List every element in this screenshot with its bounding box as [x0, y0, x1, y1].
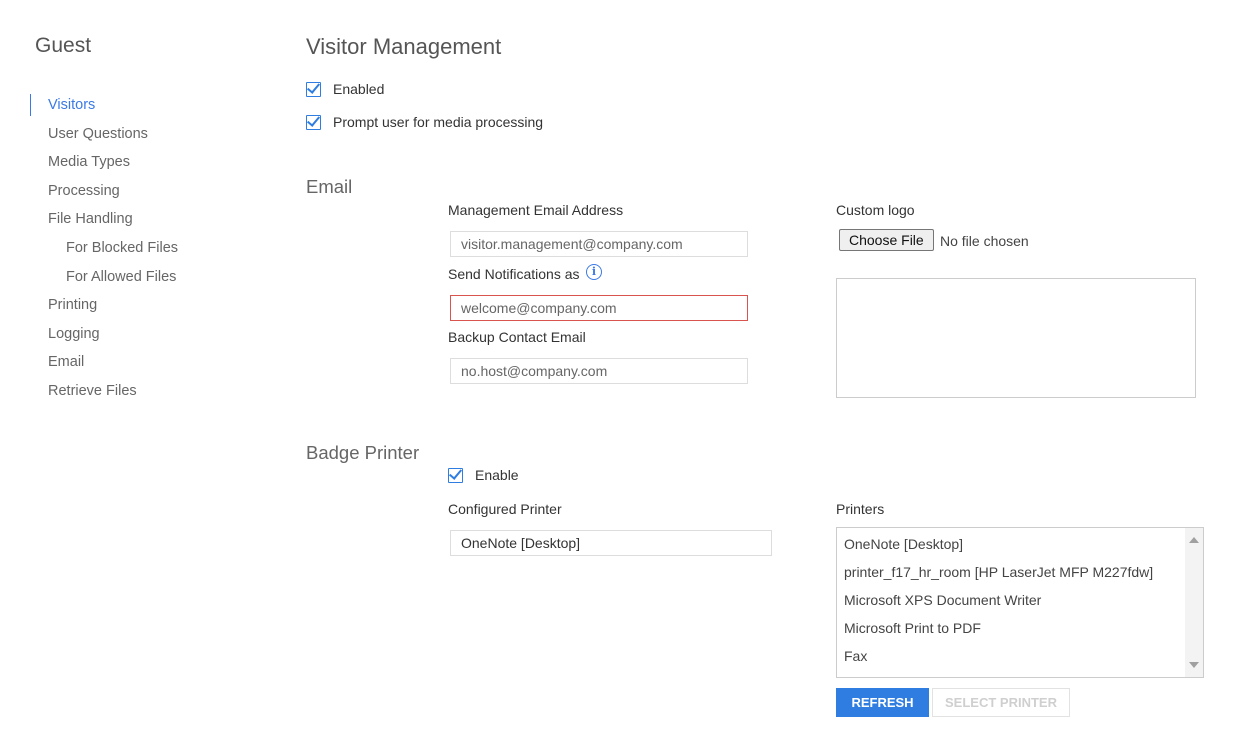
send-notifications-label: Send Notifications as [448, 266, 580, 282]
backup-email-label: Backup Contact Email [448, 329, 586, 345]
printer-option[interactable]: printer_f17_hr_room [HP LaserJet MFP M22… [837, 558, 1203, 586]
prompt-media-checkbox-row[interactable]: Prompt user for media processing [306, 114, 543, 130]
sidebar-item-printing[interactable]: Printing [30, 292, 270, 321]
page-title: Visitor Management [306, 34, 502, 59]
sidebar-item-user-questions[interactable]: User Questions [30, 121, 270, 150]
sidebar-item-for-blocked-files[interactable]: For Blocked Files [30, 235, 270, 264]
sidebar-item-processing[interactable]: Processing [30, 178, 270, 207]
enabled-checkbox[interactable] [306, 81, 321, 97]
prompt-media-checkbox[interactable] [306, 114, 321, 130]
sidebar-item-visitors[interactable]: Visitors [30, 92, 270, 121]
printers-label: Printers [836, 501, 885, 517]
printer-option[interactable]: Microsoft XPS Document Writer [837, 586, 1203, 614]
sidebar-item-logging[interactable]: Logging [30, 321, 270, 350]
send-notifications-input[interactable] [450, 295, 748, 321]
badge-enable-checkbox[interactable] [448, 467, 463, 483]
badge-enable-checkbox-row[interactable]: Enable [448, 467, 519, 483]
backup-email-input[interactable] [450, 358, 748, 384]
printer-option[interactable]: Microsoft Print to PDF [837, 614, 1203, 642]
sidebar-nav: Visitors User Questions Media Types Proc… [30, 92, 270, 407]
sidebar-item-file-handling[interactable]: File Handling [30, 206, 270, 235]
file-status-text: No file chosen [940, 233, 1029, 249]
scroll-up-icon[interactable] [1189, 537, 1199, 543]
custom-logo-preview [836, 278, 1196, 398]
management-email-label: Management Email Address [448, 202, 624, 218]
select-printer-button[interactable]: SELECT PRINTER [932, 688, 1070, 717]
sidebar-item-for-allowed-files[interactable]: For Allowed Files [30, 264, 270, 293]
printer-option[interactable]: OneNote [Desktop] [837, 530, 1203, 558]
email-section-title: Email [306, 176, 353, 197]
sidebar-item-media-types[interactable]: Media Types [30, 149, 270, 178]
choose-file-button[interactable]: Choose File [839, 229, 934, 251]
sidebar-item-email[interactable]: Email [30, 349, 270, 378]
configured-printer-label: Configured Printer [448, 501, 562, 517]
prompt-media-label: Prompt user for media processing [333, 114, 544, 130]
printer-option[interactable]: Fax [837, 642, 1203, 670]
management-email-input[interactable] [450, 231, 748, 257]
printers-scrollbar[interactable] [1185, 528, 1203, 677]
configured-printer-input[interactable] [450, 530, 772, 556]
custom-logo-label: Custom logo [836, 202, 915, 218]
enabled-checkbox-row[interactable]: Enabled [306, 81, 384, 97]
enabled-label: Enabled [333, 81, 385, 97]
printers-listbox[interactable]: OneNote [Desktop] printer_f17_hr_room [H… [836, 527, 1204, 678]
badge-printer-section-title: Badge Printer [306, 442, 420, 463]
info-icon[interactable]: i [586, 264, 602, 280]
refresh-button[interactable]: REFRESH [836, 688, 929, 717]
sidebar-item-retrieve-files[interactable]: Retrieve Files [30, 378, 270, 407]
badge-enable-label: Enable [475, 467, 519, 483]
scroll-down-icon[interactable] [1189, 662, 1199, 668]
sidebar-title: Guest [35, 34, 92, 57]
